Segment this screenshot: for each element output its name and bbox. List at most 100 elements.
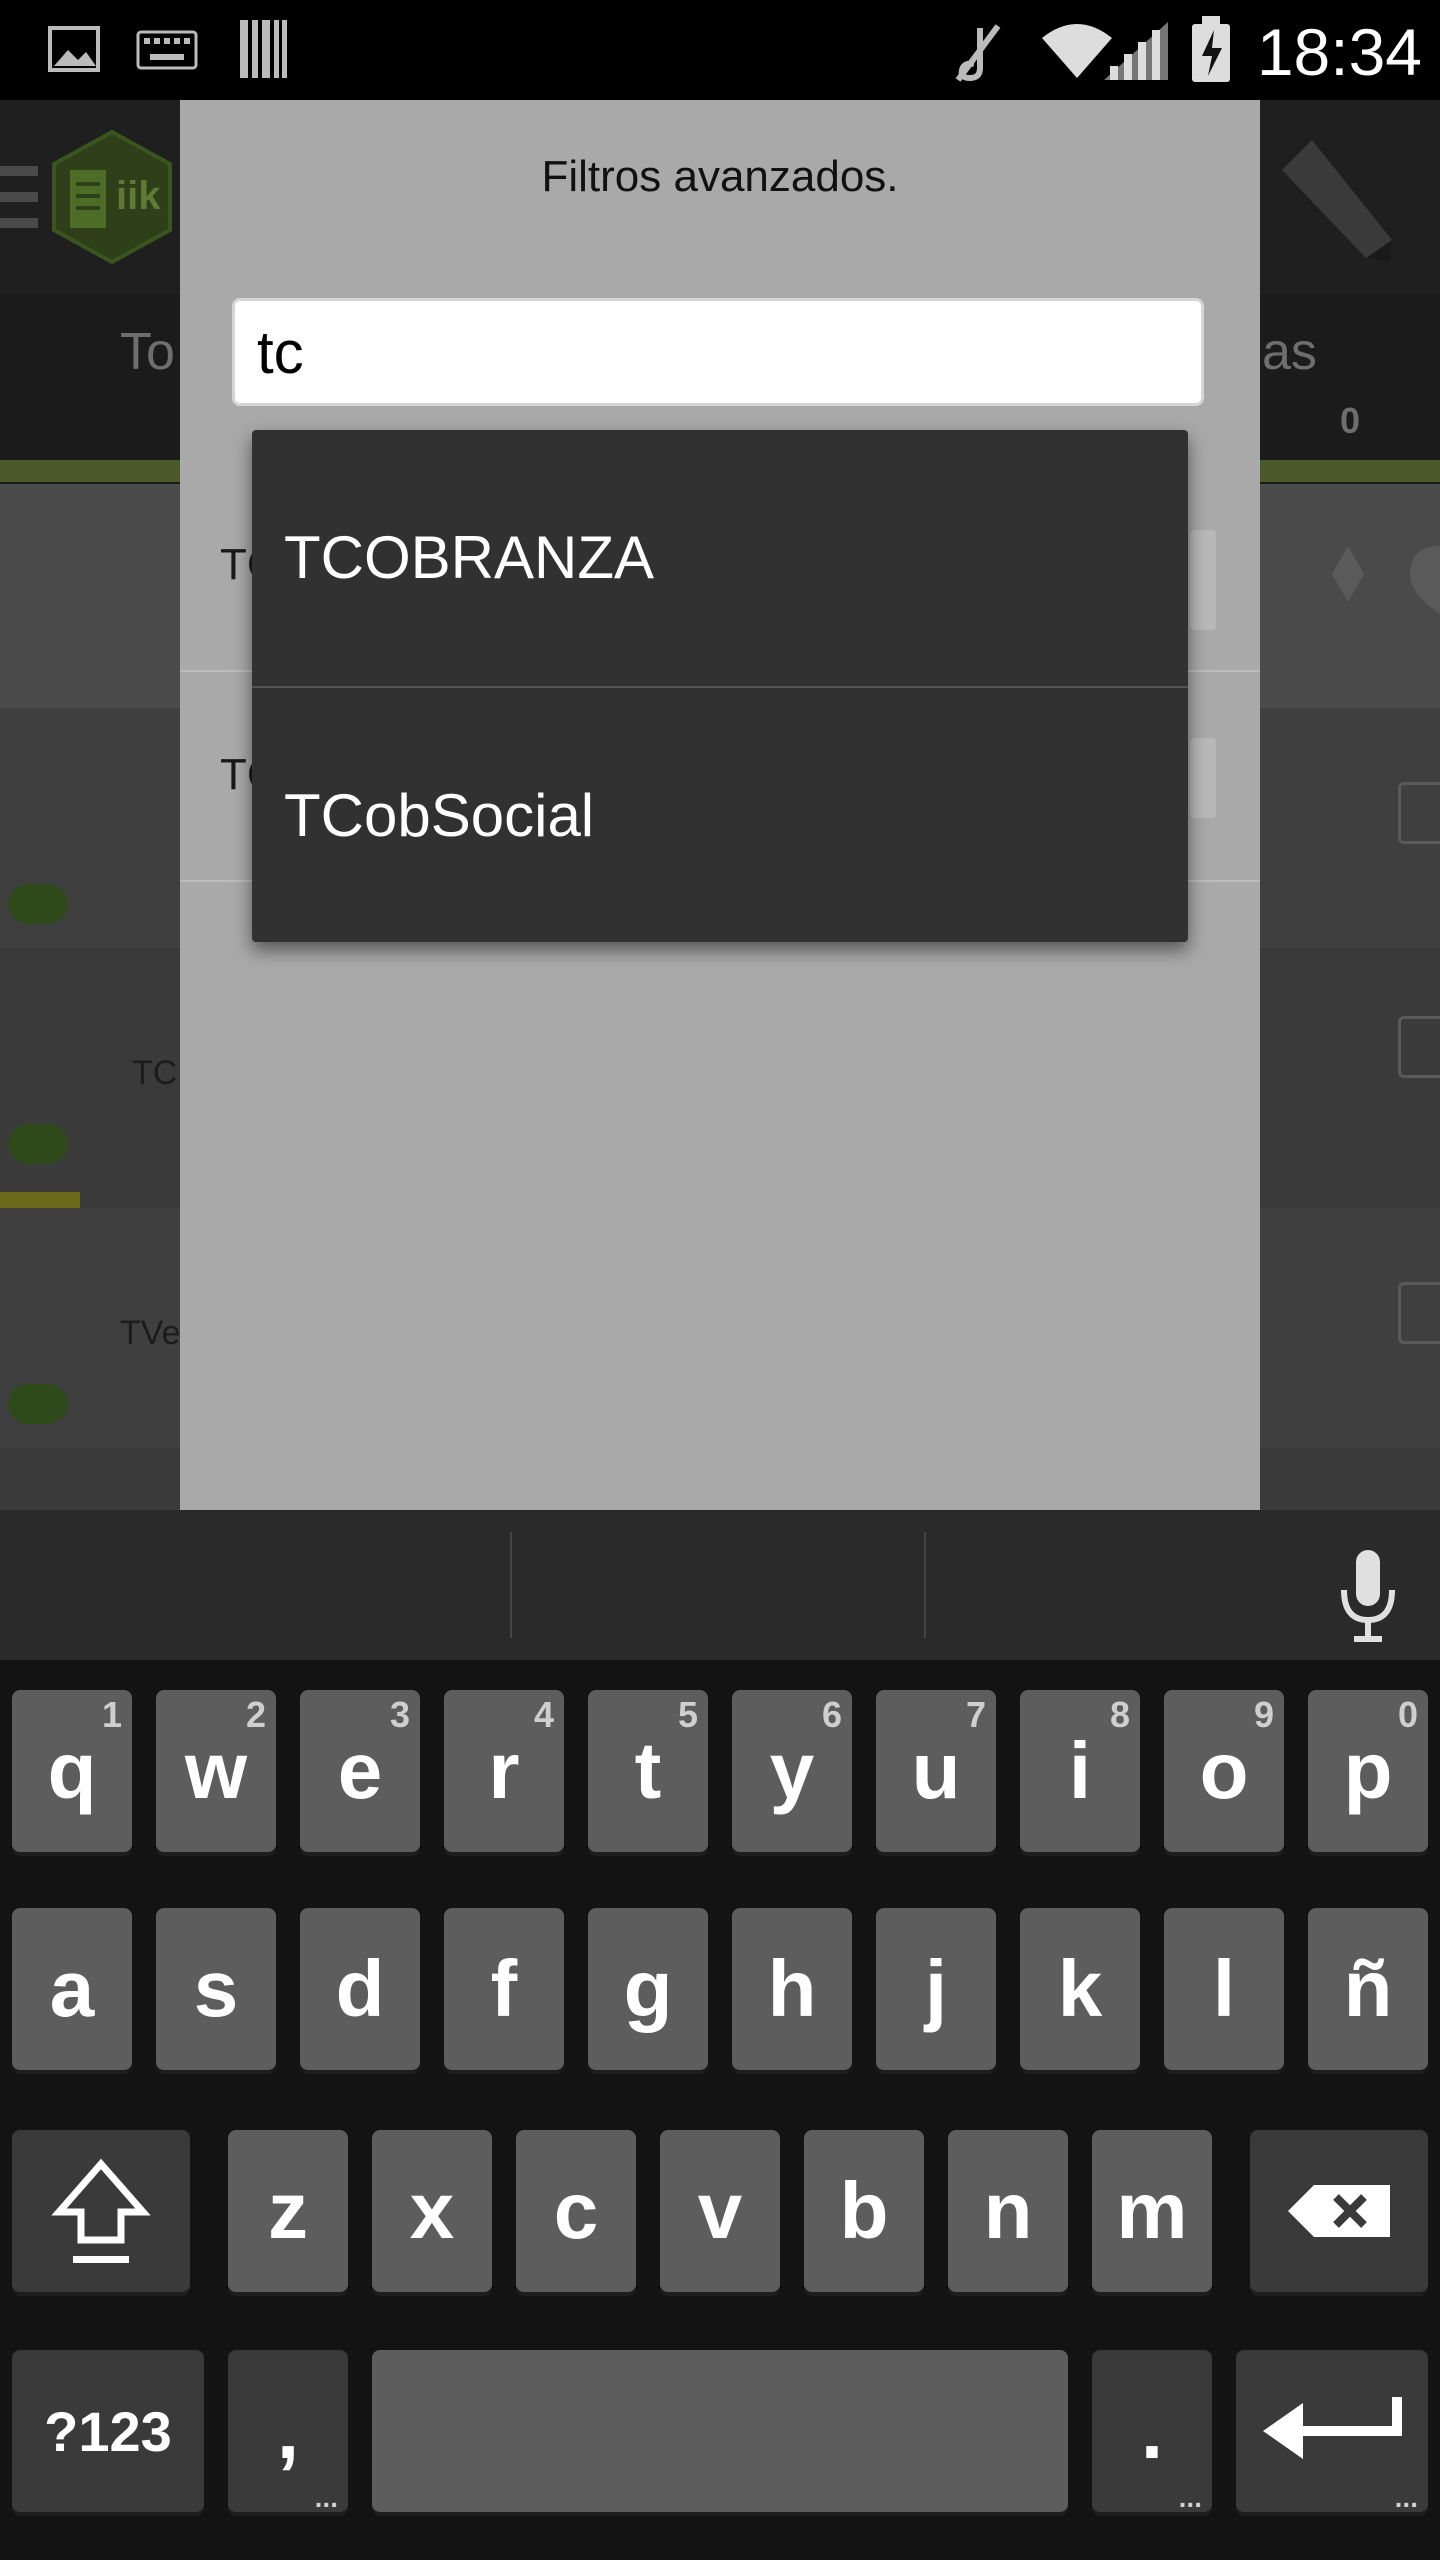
key-l[interactable]: l — [1164, 1908, 1284, 2070]
key-i-label: i — [1068, 1726, 1092, 1815]
key-y[interactable]: y6 — [732, 1690, 852, 1852]
key-z[interactable]: z — [228, 2130, 348, 2292]
battery-charging-icon — [1192, 16, 1230, 82]
period-key-label: . — [1140, 2386, 1164, 2475]
signal-icon — [1104, 22, 1168, 80]
suggestion-divider — [510, 1532, 512, 1638]
key-hint: 9 — [1253, 1694, 1274, 1735]
key-b[interactable]: b — [804, 2130, 924, 2292]
key-f[interactable]: f — [444, 1908, 564, 2070]
microphone-icon[interactable] — [1336, 1550, 1400, 1646]
key-j-label: j — [924, 1944, 948, 2033]
autocomplete-item[interactable]: TCOBRANZA — [252, 430, 1188, 686]
dialog-title: Filtros avanzados. — [541, 152, 899, 201]
key-k-label: k — [1057, 1944, 1103, 2033]
suggestion-divider — [924, 1532, 926, 1638]
key-s[interactable]: s — [156, 1908, 276, 2070]
key-w-label: w — [184, 1726, 248, 1815]
key-hint: 5 — [677, 1694, 698, 1735]
enter-key[interactable]: ... — [1236, 2350, 1428, 2512]
key-t-label: t — [634, 1726, 662, 1815]
row-checkbox[interactable] — [1398, 1016, 1440, 1078]
cloud-dropdown-icon[interactable] — [8, 884, 68, 924]
suggestion-bar — [0, 1510, 1440, 1660]
more-dots: ... — [1394, 2482, 1418, 2513]
key-c-label: c — [553, 2166, 599, 2255]
cloud-dropdown-icon[interactable] — [8, 1384, 68, 1424]
key-e-label: e — [337, 1726, 383, 1815]
key-i[interactable]: i8 — [1020, 1690, 1140, 1852]
shift-key[interactable] — [12, 2130, 190, 2292]
key-r[interactable]: r4 — [444, 1690, 564, 1852]
key-h[interactable]: h — [732, 1908, 852, 2070]
symbols-key-label: ?123 — [44, 2399, 172, 2463]
key-n[interactable]: n — [948, 2130, 1068, 2292]
key-x[interactable]: x — [372, 2130, 492, 2292]
key-q[interactable]: q1 — [12, 1690, 132, 1852]
key-o[interactable]: o9 — [1164, 1690, 1284, 1852]
key-y-label: y — [769, 1726, 815, 1815]
mute-icon — [955, 24, 1001, 82]
key-f-label: f — [490, 1944, 518, 2033]
key-a[interactable]: a — [12, 1908, 132, 2070]
key-hint: 0 — [1397, 1694, 1418, 1735]
symbols-key[interactable]: ?123 — [12, 2350, 204, 2512]
autocomplete-dropdown: TCOBRANZA TCobSocial — [252, 430, 1188, 942]
sort-icon[interactable] — [1330, 544, 1366, 604]
key-u[interactable]: u7 — [876, 1690, 996, 1852]
menu-icon[interactable] — [0, 162, 40, 234]
edit-pencil-icon[interactable] — [1262, 130, 1402, 270]
key-g[interactable]: g — [588, 1908, 708, 2070]
key-m[interactable]: m — [1092, 2130, 1212, 2292]
keyboard-icon — [136, 30, 198, 70]
comma-key[interactable]: ,... — [228, 2350, 348, 2512]
shift-icon — [51, 2158, 151, 2263]
key-d[interactable]: d — [300, 1908, 420, 2070]
key-o-label: o — [1199, 1726, 1249, 1815]
key-e[interactable]: e3 — [300, 1690, 420, 1852]
tab-left-label[interactable]: To — [120, 322, 175, 382]
tab-right-label[interactable]: as — [1262, 322, 1317, 382]
key-x-label: x — [409, 2166, 455, 2255]
key-hint: 7 — [965, 1694, 986, 1735]
space-key[interactable] — [372, 2350, 1068, 2512]
backspace-key[interactable] — [1250, 2130, 1428, 2292]
key-p[interactable]: p0 — [1308, 1690, 1428, 1852]
key-w[interactable]: w2 — [156, 1690, 276, 1852]
key-j[interactable]: j — [876, 1908, 996, 2070]
key-q-label: q — [47, 1726, 97, 1815]
key-a-label: a — [49, 1944, 95, 2033]
key-z-label: z — [268, 2166, 308, 2255]
app-logo[interactable]: iik — [52, 129, 172, 265]
key-r-label: r — [488, 1726, 520, 1815]
dialog-row-control[interactable] — [1190, 530, 1216, 630]
key-m-label: m — [1116, 2166, 1188, 2255]
search-input[interactable] — [232, 298, 1204, 406]
dialog-row-control[interactable] — [1190, 738, 1216, 818]
location-pin-icon[interactable] — [1408, 544, 1440, 614]
more-dots: ... — [1178, 2482, 1202, 2513]
list-row-text: TC — [132, 1054, 178, 1092]
period-key[interactable]: .... — [1092, 2350, 1212, 2512]
key-b-label: b — [839, 2166, 889, 2255]
key-c[interactable]: c — [516, 2130, 636, 2292]
key-t[interactable]: t5 — [588, 1690, 708, 1852]
more-dots: ... — [314, 2482, 338, 2513]
soft-keyboard: q 1 w 2 e 3 r 4 t 5 y 6 u 7 i 8 o 9 p 0 a s d f g h j k l ñ z x c v b n m ?12… — [0, 1510, 1440, 2560]
cloud-dropdown-icon[interactable] — [8, 1124, 68, 1164]
list-row-text: TVe — [120, 1314, 181, 1352]
logo-text: iik — [116, 174, 161, 218]
key-l-label: l — [1212, 1944, 1236, 2033]
key-u-label: u — [911, 1726, 961, 1815]
row-checkbox[interactable] — [1398, 1282, 1440, 1344]
barcode-icon — [240, 20, 287, 78]
row-checkbox[interactable] — [1398, 782, 1440, 844]
key-ñ-label: ñ — [1343, 1944, 1393, 2033]
key-k[interactable]: k — [1020, 1908, 1140, 2070]
key-ñ[interactable]: ñ — [1308, 1908, 1428, 2070]
key-d-label: d — [335, 1944, 385, 2033]
key-v[interactable]: v — [660, 2130, 780, 2292]
row-status-bar — [0, 1192, 80, 1208]
backspace-icon — [1288, 2185, 1390, 2237]
autocomplete-item[interactable]: TCobSocial — [252, 688, 1188, 944]
